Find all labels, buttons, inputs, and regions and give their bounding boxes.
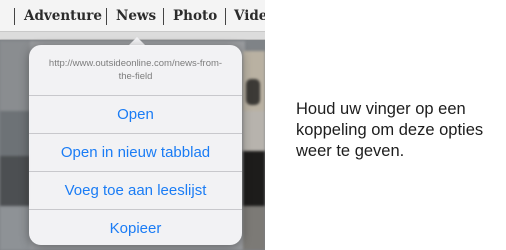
device-screenshot: Adventure News Photo Vide http://www.out… [0,0,265,250]
nav-separator [163,8,164,25]
nav-tab-adventure[interactable]: Adventure [24,8,102,24]
background-image-tile [243,206,265,250]
copy-button[interactable]: Kopieer [29,210,242,247]
background-image-tile [246,79,260,105]
nav-separator [106,8,107,25]
instruction-caption: Houd uw vinger op een koppeling om deze … [296,100,484,160]
background-image-tile [243,151,265,206]
nav-separator [225,8,226,25]
nav-separator [14,8,15,25]
background-image-tile [243,111,265,151]
background-image-tile [0,156,30,206]
background-image-tile [0,111,30,156]
nav-tab-photo[interactable]: Photo [173,8,217,24]
nav-tab-news[interactable]: News [116,8,156,24]
background-image-tile [0,41,30,111]
nav-tab-video[interactable]: Vide [234,8,265,24]
popover-url: http://www.outsideonline.com/news-from-t… [48,58,223,82]
background-image-tile [0,206,30,250]
link-action-popover: http://www.outsideonline.com/news-from-t… [29,45,242,245]
open-in-new-tab-button[interactable]: Open in nieuw tabblad [29,134,242,171]
open-button[interactable]: Open [29,96,242,133]
site-nav-bar: Adventure News Photo Vide [0,0,265,32]
add-to-reading-list-button[interactable]: Voeg toe aan leeslijst [29,172,242,209]
